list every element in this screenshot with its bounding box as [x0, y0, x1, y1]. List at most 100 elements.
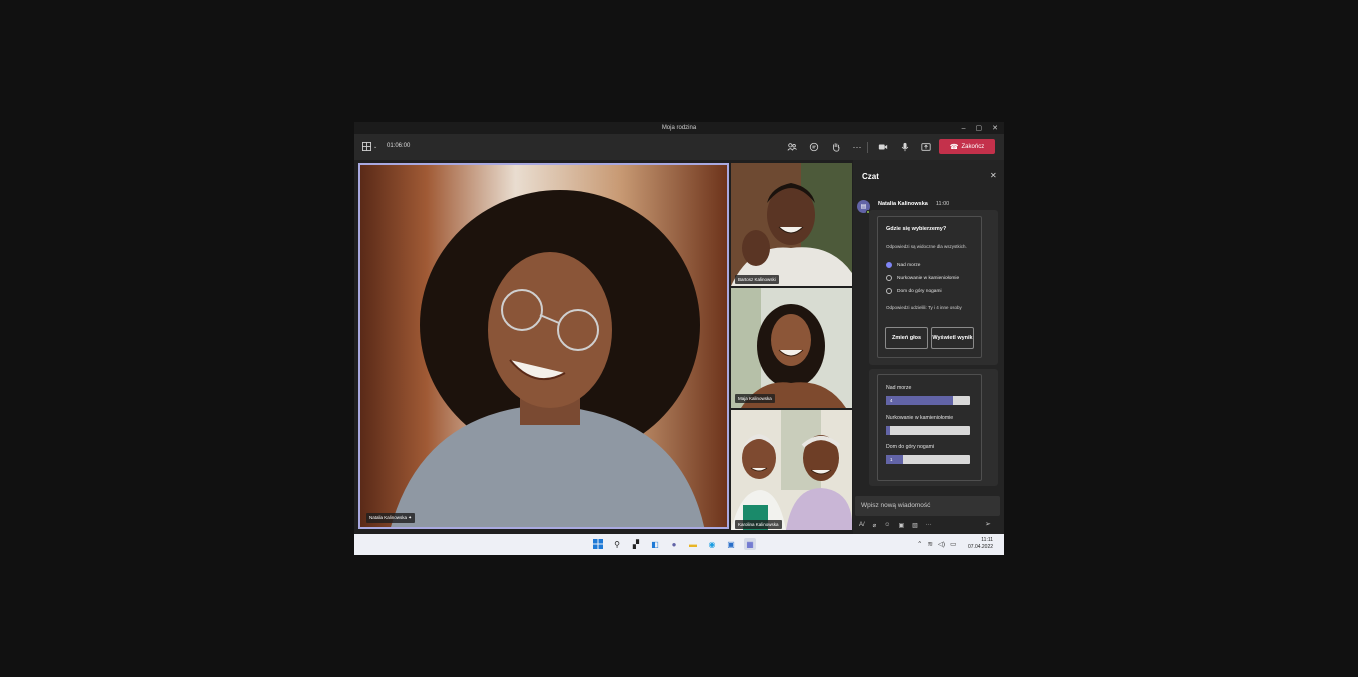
attach-icon[interactable]: ⌀	[873, 522, 877, 529]
radio-selected[interactable]	[886, 262, 892, 268]
battery-icon[interactable]: ▭	[950, 540, 956, 548]
more-icon[interactable]: ···	[926, 522, 932, 528]
task-view-button[interactable]: ▞	[630, 538, 642, 550]
results-bubble: Nad morze 4 Nurkowanie w kamieniołomie D…	[869, 369, 998, 486]
taskbar: ⚲ ▞ ◧ ● ▬ ◉ ▣ ▦ ⌃ ≋ ◁) ▭ 11:11 07.04.202…	[354, 534, 1004, 555]
widgets-icon: ◧	[651, 539, 659, 549]
start-button[interactable]	[592, 538, 604, 550]
poll-option[interactable]: Nad morze	[886, 262, 920, 268]
window-controls: – ▢ ✕	[962, 122, 998, 134]
close-window-button[interactable]: ✕	[992, 124, 998, 132]
participant-tile[interactable]: Maja Kalinowska	[731, 288, 852, 408]
compose-input[interactable]: Wpisz nową wiadomość	[855, 496, 1000, 516]
result-label: Nurkowanie w kamieniołomie	[886, 415, 954, 421]
teams-chat-button[interactable]: ●	[668, 538, 680, 550]
poll-option[interactable]: Dom do góry nogami	[886, 288, 942, 294]
teams-icon: ▦	[746, 539, 754, 549]
mic-icon	[901, 142, 909, 152]
title-bar: Moja rodzina – ▢ ✕	[354, 122, 1004, 134]
close-icon: ✕	[990, 171, 997, 180]
end-call-button[interactable]: ☎ Zakończ	[939, 139, 995, 154]
message-author: Natalia Kalinowska	[878, 201, 928, 207]
pin-icon: ✦	[408, 515, 413, 520]
share-button[interactable]	[919, 140, 933, 154]
poll-responders: Odpowiedzi udzielili: Ty i 4 inne osoby	[886, 305, 962, 310]
clock[interactable]: 11:11 07.04.2022	[968, 537, 993, 551]
file-explorer-button[interactable]: ▬	[687, 538, 699, 550]
format-icon[interactable]: A/	[859, 522, 865, 528]
maximize-button[interactable]: ▢	[976, 124, 983, 132]
layout-button[interactable]: ⌄	[362, 142, 377, 151]
search-button[interactable]: ⚲	[611, 538, 623, 550]
edge-button[interactable]: ◉	[706, 538, 718, 550]
sticker-icon[interactable]: ▧	[912, 522, 918, 529]
main-video-tile[interactable]: Natalia Kalinowska ✦	[358, 163, 729, 529]
call-timer: 01:06:00	[387, 143, 411, 149]
result-label: Dom do góry nogami	[886, 444, 935, 450]
participant-tile[interactable]: Karolina Kalinowska	[731, 410, 852, 530]
radio-unselected[interactable]	[886, 288, 892, 294]
poll-question: Gdzie się wybierzemy?	[886, 226, 947, 232]
message-header: Natalia Kalinowska 11:00	[878, 201, 949, 207]
participant-video-maja	[731, 288, 852, 408]
share-icon	[921, 143, 931, 151]
thumb-name-tag: Maja Kalinowska	[735, 394, 775, 403]
mic-button[interactable]	[898, 140, 912, 154]
volume-icon[interactable]: ◁)	[938, 540, 945, 548]
send-button[interactable]: ➢	[985, 520, 991, 528]
chat-title: Czat	[862, 172, 879, 181]
send-icon: ➢	[985, 521, 991, 528]
chat-panel: Czat ✕ ▤ Natalia Kalinowska 11:00 Gdzie …	[853, 160, 1004, 534]
poll-results-card: Nad morze 4 Nurkowanie w kamieniołomie D…	[877, 374, 982, 481]
result-fill	[886, 426, 890, 435]
participant-video-karolina	[731, 410, 852, 530]
participant-video-natalia	[360, 165, 727, 527]
result-label: Nad morze	[886, 385, 912, 391]
change-vote-button[interactable]: Zmień głos	[885, 327, 928, 349]
grid-layout-icon	[362, 142, 371, 151]
wifi-icon[interactable]: ≋	[927, 540, 932, 548]
store-icon: ▣	[727, 539, 735, 549]
poll-option[interactable]: Nurkowanie w kamieniołomie	[886, 275, 959, 281]
result-bar: 4	[886, 396, 970, 405]
message-bubble: Gdzie się wybierzemy? Odpowiedzi są wido…	[869, 210, 998, 365]
chevron-down-icon: ⌄	[373, 143, 378, 150]
store-button[interactable]: ▣	[725, 538, 737, 550]
raise-hand-button[interactable]	[829, 140, 843, 154]
windows-icon	[593, 539, 603, 549]
thumb-name-tag: Bartosz Kalinowski	[735, 275, 779, 284]
result-count: 1	[890, 457, 893, 462]
more-button[interactable]: ···	[850, 140, 864, 154]
result-fill: 4	[886, 396, 954, 405]
camera-icon	[878, 144, 888, 150]
clock-date: 07.04.2022	[968, 543, 994, 550]
poll-option-label: Dom do góry nogami	[897, 288, 942, 294]
raise-hand-icon	[833, 143, 840, 152]
chevron-up-icon[interactable]: ⌃	[917, 540, 922, 548]
end-call-label: Zakończ	[961, 143, 985, 150]
thumb-name-tag: Karolina Kalinowska	[735, 520, 782, 529]
poll-option-label: Nad morze	[897, 262, 921, 268]
participants-button[interactable]	[785, 140, 799, 154]
view-results-button[interactable]: Wyświetl wynik	[931, 327, 974, 349]
compose-toolbar: A/ ⌀ ☺ ▣ ▧ ···	[859, 520, 999, 530]
participants-icon	[787, 143, 797, 151]
folder-icon: ▬	[689, 539, 697, 549]
close-chat-button[interactable]: ✕	[990, 171, 997, 180]
chat-button[interactable]	[807, 140, 821, 154]
message-time: 11:00	[935, 201, 950, 207]
window-title: Moja rodzina	[661, 125, 697, 131]
gif-icon[interactable]: ▣	[898, 522, 904, 529]
chat-icon	[809, 142, 819, 152]
main-name-tag: Natalia Kalinowska ✦	[366, 513, 416, 523]
more-icon: ···	[852, 142, 862, 152]
camera-button[interactable]	[876, 140, 890, 154]
result-bar	[886, 426, 970, 435]
emoji-icon[interactable]: ☺	[884, 522, 890, 528]
teams-button[interactable]: ▦	[744, 538, 756, 550]
search-icon: ⚲	[614, 539, 620, 549]
minimize-button[interactable]: –	[962, 125, 966, 132]
participant-tile[interactable]: Bartosz Kalinowski	[731, 163, 852, 286]
radio-unselected[interactable]	[886, 275, 892, 281]
widgets-button[interactable]: ◧	[649, 538, 661, 550]
